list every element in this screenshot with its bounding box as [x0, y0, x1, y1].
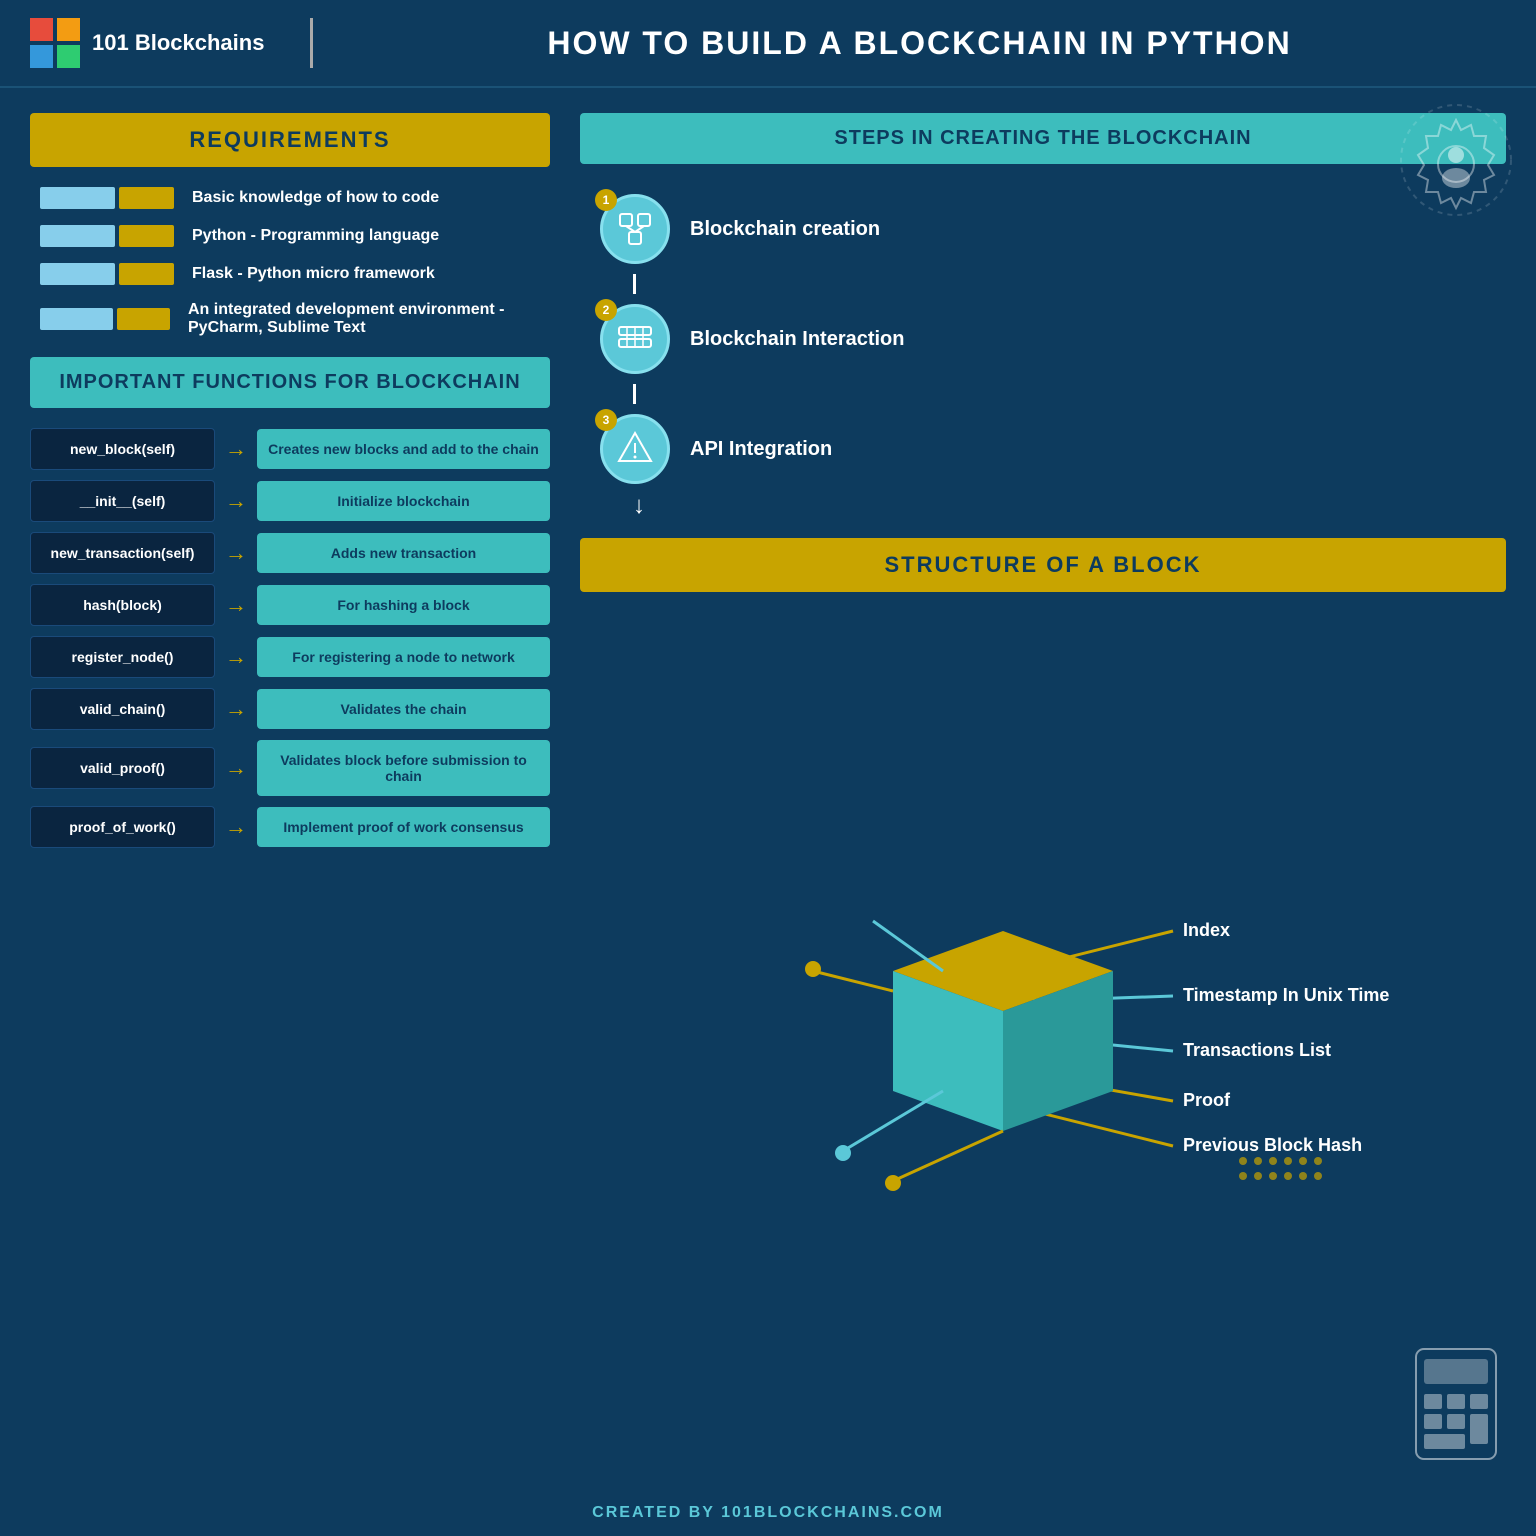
footer: CREATED BY 101BLOCKCHAINS.COM: [0, 1494, 1536, 1532]
func-row-5: valid_chain() → Validates the chain: [30, 688, 550, 730]
footer-text: CREATED BY 101BLOCKCHAINS.COM: [592, 1504, 944, 1521]
step-connector-2: [633, 384, 636, 404]
gear-icon: [1396, 100, 1516, 220]
step-num-3: 3: [595, 409, 617, 431]
func-arrow-4: →: [225, 644, 247, 670]
step-circle-3: 3: [600, 414, 670, 484]
block-structure-header: STRUCTURE OF A BLOCK: [580, 538, 1506, 592]
req-text-4: An integrated development environment - …: [188, 301, 540, 337]
block-structure-svg: Index Timestamp In Unix Time Transaction…: [580, 891, 1506, 1191]
header-divider: [310, 18, 313, 68]
func-row-6: valid_proof() → Validates block before s…: [30, 740, 550, 796]
func-desc-7: Implement proof of work consensus: [257, 807, 550, 847]
func-arrow-3: →: [225, 592, 247, 618]
main-content: REQUIREMENTS Basic knowledge of how to c…: [0, 88, 1536, 1494]
bar-blue: [40, 308, 113, 330]
req-bar-3: [40, 263, 174, 285]
func-arrow-2: →: [225, 540, 247, 566]
step-circle-1: 1: [600, 194, 670, 264]
func-name-2: new_transaction(self): [30, 532, 215, 574]
steps-header: STEPS IN CREATING THE BLOCKCHAIN: [580, 113, 1506, 164]
svg-text:Index: Index: [1183, 920, 1230, 940]
req-bar-1: [40, 187, 174, 209]
req-item-4: An integrated development environment - …: [40, 301, 540, 337]
step-item-2: 2 Blockchain Interaction: [600, 294, 1486, 384]
step-label-3: API Integration: [690, 438, 832, 461]
func-row-0: new_block(self) → Creates new blocks and…: [30, 428, 550, 470]
functions-header: IMPORTANT FUNCTIONS FOR BLOCKCHAIN: [30, 357, 550, 408]
bar-blue: [40, 263, 115, 285]
step-item-1: 1 Blockchain creation: [600, 184, 1486, 274]
req-item-1: Basic knowledge of how to code: [40, 187, 540, 209]
bar-blue: [40, 187, 115, 209]
func-desc-2: Adds new transaction: [257, 533, 550, 573]
req-bar-2: [40, 225, 174, 247]
left-column: REQUIREMENTS Basic knowledge of how to c…: [30, 113, 550, 1469]
req-text-3: Flask - Python micro framework: [192, 265, 435, 283]
func-desc-5: Validates the chain: [257, 689, 550, 729]
step-label-1: Blockchain creation: [690, 218, 880, 241]
func-desc-3: For hashing a block: [257, 585, 550, 625]
blockchain-icon-1: [615, 209, 655, 249]
func-desc-0: Creates new blocks and add to the chain: [257, 429, 550, 469]
step-circle-2: 2: [600, 304, 670, 374]
func-row-1: __init__(self) → Initialize blockchain: [30, 480, 550, 522]
func-name-7: proof_of_work(): [30, 806, 215, 848]
step-num-1: 1: [595, 189, 617, 211]
func-row-4: register_node() → For registering a node…: [30, 636, 550, 678]
blockchain-icon-2: [615, 319, 655, 359]
block-structure-area: Index Timestamp In Unix Time Transaction…: [580, 612, 1506, 1469]
func-arrow-5: →: [225, 696, 247, 722]
step-connector-1: [633, 274, 636, 294]
req-text-2: Python - Programming language: [192, 227, 439, 245]
svg-text:Timestamp In Unix Time: Timestamp In Unix Time: [1183, 985, 1389, 1005]
req-item-3: Flask - Python micro framework: [40, 263, 540, 285]
bar-blue: [40, 225, 115, 247]
blockchain-icon-3: [615, 429, 655, 469]
func-desc-4: For registering a node to network: [257, 637, 550, 677]
header-title: HOW TO BUILD A BLOCKCHAIN IN PYTHON: [333, 25, 1506, 62]
functions-list: new_block(self) → Creates new blocks and…: [30, 428, 550, 848]
bar-gold: [119, 225, 174, 247]
func-arrow-6: →: [225, 755, 247, 781]
right-column: STEPS IN CREATING THE BLOCKCHAIN 1 Block…: [580, 113, 1506, 1469]
requirements-header: REQUIREMENTS: [30, 113, 550, 167]
func-name-1: __init__(self): [30, 480, 215, 522]
func-desc-1: Initialize blockchain: [257, 481, 550, 521]
calculator-icon: [1406, 1344, 1506, 1464]
svg-text:Previous Block Hash: Previous Block Hash: [1183, 1135, 1362, 1155]
func-desc-6: Validates block before submission to cha…: [257, 740, 550, 796]
req-text-1: Basic knowledge of how to code: [192, 189, 439, 207]
header: 101 Blockchains HOW TO BUILD A BLOCKCHAI…: [0, 0, 1536, 88]
step-num-2: 2: [595, 299, 617, 321]
func-name-0: new_block(self): [30, 428, 215, 470]
req-item-2: Python - Programming language: [40, 225, 540, 247]
requirements-list: Basic knowledge of how to code Python - …: [30, 187, 550, 337]
bar-gold: [119, 187, 174, 209]
svg-text:Transactions List: Transactions List: [1183, 1040, 1331, 1060]
logo-icon: [30, 18, 80, 68]
logo-area: 101 Blockchains: [30, 18, 290, 68]
func-row-7: proof_of_work() → Implement proof of wor…: [30, 806, 550, 848]
func-arrow-7: →: [225, 814, 247, 840]
func-name-5: valid_chain(): [30, 688, 215, 730]
steps-down-arrow: ↓: [633, 494, 1486, 518]
func-name-4: register_node(): [30, 636, 215, 678]
func-row-2: new_transaction(self) → Adds new transac…: [30, 532, 550, 574]
func-arrow-1: →: [225, 488, 247, 514]
bar-gold: [117, 308, 170, 330]
calculator-decoration: [1406, 1344, 1506, 1469]
gear-decoration: [1396, 100, 1516, 225]
func-arrow-0: →: [225, 436, 247, 462]
logo-text: 101 Blockchains: [92, 30, 264, 56]
bar-gold: [119, 263, 174, 285]
func-name-6: valid_proof(): [30, 747, 215, 789]
func-row-3: hash(block) → For hashing a block: [30, 584, 550, 626]
req-bar-4: [40, 308, 170, 330]
svg-text:Proof: Proof: [1183, 1090, 1231, 1110]
func-name-3: hash(block): [30, 584, 215, 626]
step-item-3: 3 API Integration: [600, 404, 1486, 494]
steps-area: 1 Blockchain creation 2: [580, 184, 1506, 518]
step-label-2: Blockchain Interaction: [690, 328, 905, 351]
